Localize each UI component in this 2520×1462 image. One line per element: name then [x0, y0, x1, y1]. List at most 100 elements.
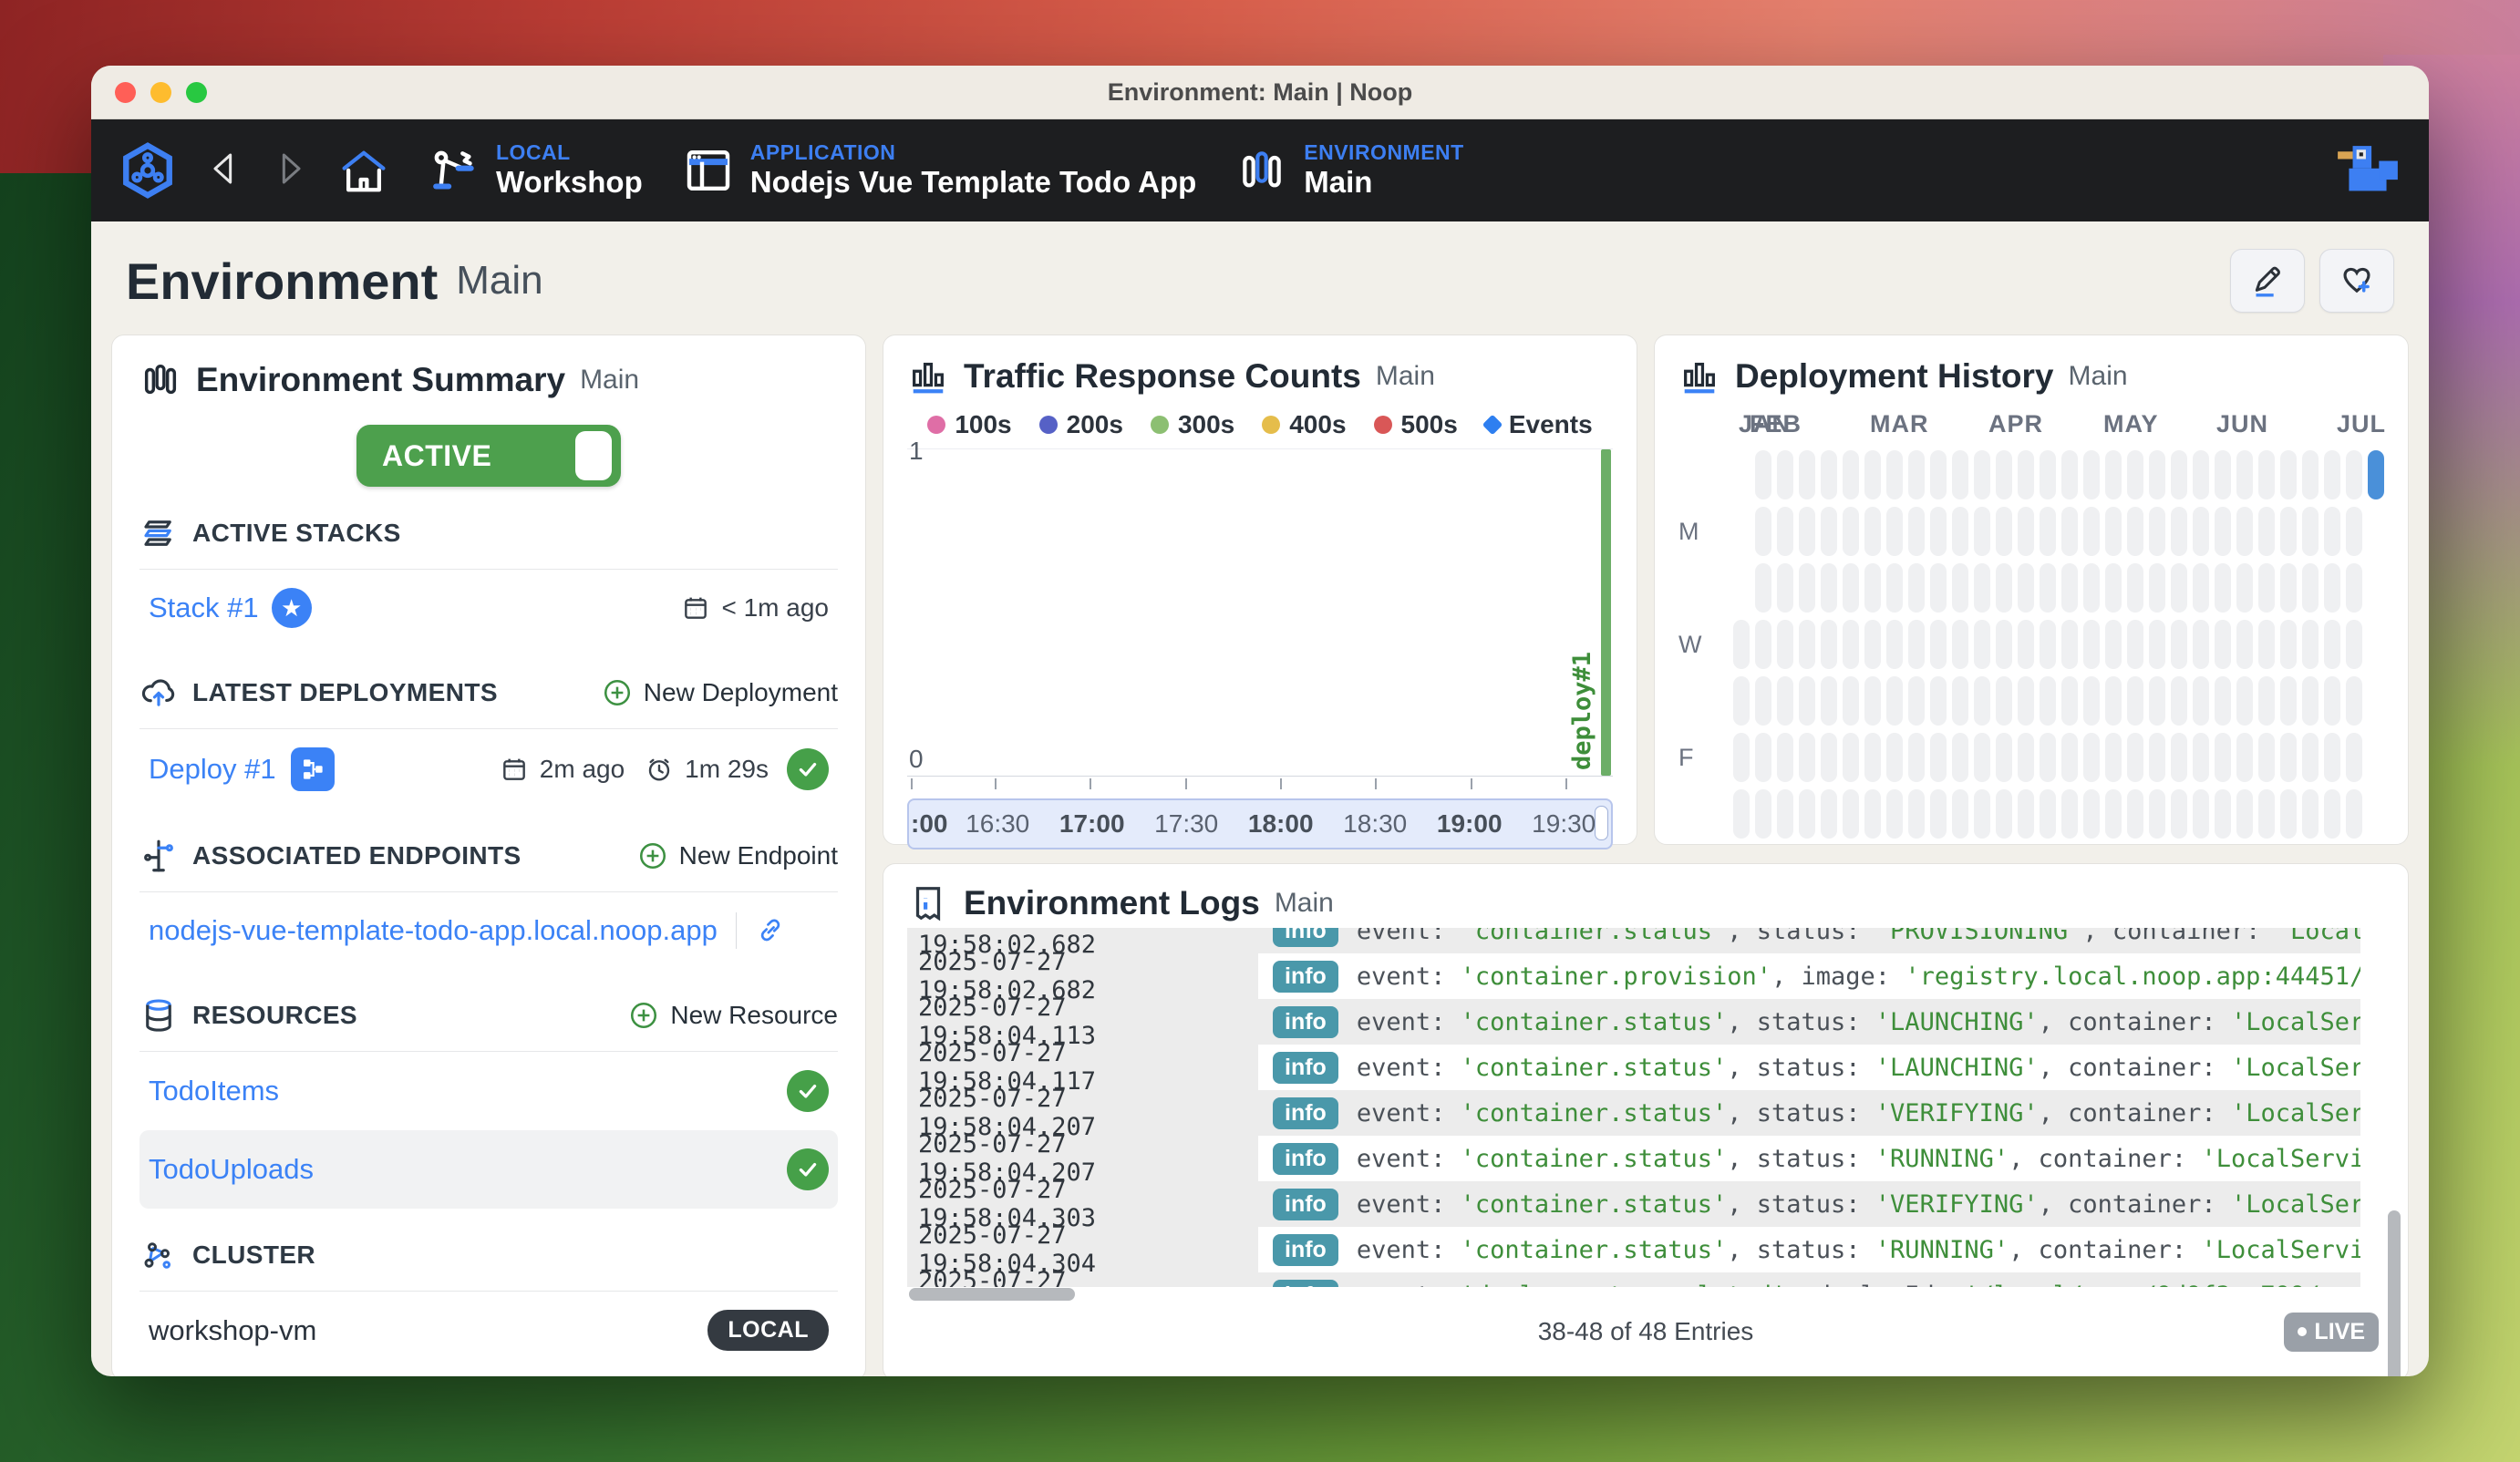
- heatmap-cell: [1974, 563, 1990, 613]
- heatmap-cell: [1930, 507, 1947, 556]
- axis-label: 18:00: [1234, 809, 1328, 839]
- open-link-icon[interactable]: [755, 915, 786, 946]
- heatmap-cell: [1864, 620, 1881, 669]
- legend-item[interactable]: 100s: [927, 410, 1011, 439]
- heatmap-cell: [1930, 620, 1947, 669]
- favorite-environment-button[interactable]: [2319, 249, 2394, 313]
- heatmap-cell: [2040, 563, 2056, 613]
- breadcrumb-application[interactable]: APPLICATION Nodejs Vue Template Todo App: [683, 140, 1197, 201]
- hscroll-thumb[interactable]: [909, 1288, 1075, 1301]
- heatmap-cell: [2193, 507, 2209, 556]
- log-segment: , container:: [2039, 1099, 2231, 1127]
- log-segment: 'LocalSer: [2276, 928, 2360, 945]
- log-segment: event:: [1357, 1099, 1461, 1127]
- legend-item[interactable]: 400s: [1262, 410, 1346, 439]
- heatmap-cell: [1777, 789, 1793, 839]
- cluster-row: workshop-vm LOCAL: [139, 1292, 838, 1369]
- forward-button[interactable]: [272, 150, 308, 190]
- heatmap-cell: [1733, 676, 1750, 726]
- resource-link[interactable]: TodoUploads: [149, 1153, 314, 1186]
- log-segment: event:: [1357, 928, 1461, 945]
- deploy-link[interactable]: Deploy #1: [149, 753, 276, 786]
- legend-item[interactable]: 500s: [1374, 410, 1458, 439]
- log-message: infoevent: 'container.status', status: '…: [1258, 1136, 2360, 1181]
- new-resource-button[interactable]: New Resource: [628, 1000, 838, 1031]
- heatmap-cell: [1886, 620, 1903, 669]
- brush-handle[interactable]: [1595, 806, 1608, 840]
- heatmap-cell: [2215, 733, 2231, 782]
- noop-logo-icon[interactable]: [119, 141, 177, 200]
- heatmap-cell: [2280, 789, 2297, 839]
- heatmap-cell: [1952, 507, 1968, 556]
- heatmap-cell: [2258, 733, 2275, 782]
- breadcrumb-local[interactable]: LOCAL Workshop: [429, 140, 643, 201]
- heatmap-cell: [2061, 676, 2078, 726]
- heatmap-cell: [2324, 507, 2340, 556]
- log-viewport[interactable]: 2025-07-27 19:58:02.682infoevent: 'conta…: [907, 928, 2384, 1287]
- log-rows: 2025-07-27 19:58:02.682infoevent: 'conta…: [907, 928, 2384, 1287]
- heatmap-cell: [2040, 507, 2056, 556]
- log-level-badge: info: [1273, 1189, 1338, 1220]
- log-vscrollbar[interactable]: [2388, 1210, 2401, 1376]
- breadcrumb-environment[interactable]: ENVIRONMENT Main: [1236, 140, 1463, 201]
- heatmap-cell: [2302, 789, 2319, 839]
- heatmap-cell: [1930, 676, 1947, 726]
- log-segment: 'LAUNCHING': [1875, 1008, 2039, 1036]
- edit-environment-button[interactable]: [2230, 249, 2305, 313]
- new-endpoint-button[interactable]: New Endpoint: [637, 840, 838, 871]
- resource-row[interactable]: TodoItems: [139, 1052, 838, 1130]
- heatmap-cell: [2105, 450, 2122, 499]
- resource-row[interactable]: TodoUploads: [139, 1130, 838, 1209]
- home-button[interactable]: [339, 147, 388, 194]
- heatmap-cell: [1821, 789, 1837, 839]
- heatmap-cell: [2302, 676, 2319, 726]
- heatmap-cell: [2324, 789, 2340, 839]
- heatmap-cell: [2127, 676, 2143, 726]
- heatmap-cell: [1777, 450, 1793, 499]
- heatmap-cell: [2083, 563, 2100, 613]
- legend-item[interactable]: Events: [1485, 410, 1593, 439]
- page-subtitle: Main: [456, 258, 542, 304]
- traffic-legend: 100s 200s 300s 400s 500s Events: [907, 410, 1613, 439]
- heatmap-cell: [2127, 450, 2143, 499]
- time-range-brush[interactable]: :0016:3017:0017:3018:0018:3019:0019:30: [907, 798, 1613, 849]
- star-badge-icon[interactable]: ★: [272, 588, 312, 628]
- heatmap-cell: [1952, 620, 1968, 669]
- log-segment: 'container.status': [1461, 1054, 1728, 1082]
- environment-summary-icon: [139, 359, 181, 401]
- toggle-knob: [575, 431, 612, 480]
- traffic-title: Traffic Response Counts: [964, 357, 1361, 396]
- heatmap-cell: [2215, 789, 2231, 839]
- heatmap-cell: [1930, 450, 1947, 499]
- heatmap-cell: [1996, 450, 2012, 499]
- log-hscrollbar[interactable]: [907, 1287, 2360, 1302]
- heatmap-cell: [2149, 450, 2165, 499]
- stack-link[interactable]: Stack #1: [149, 592, 259, 624]
- heatmap-cell: [1974, 676, 1990, 726]
- heatmap-cell: [2149, 563, 2165, 613]
- legend-item[interactable]: 200s: [1039, 410, 1123, 439]
- legend-marker-icon: [927, 416, 945, 434]
- heatmap-months: JANFEBMARAPRMAYJUNJUL: [1733, 410, 2384, 447]
- heatmap-cell: [2258, 620, 2275, 669]
- heatmap-cell: [2258, 507, 2275, 556]
- duck-icon[interactable]: [2334, 142, 2401, 199]
- logs-icon: [907, 882, 949, 924]
- log-entries-count: 38-48 of 48 Entries: [1538, 1317, 1754, 1346]
- heatmap-cell: [2193, 563, 2209, 613]
- heatmap-cell: [1908, 733, 1925, 782]
- resource-link[interactable]: TodoItems: [149, 1075, 279, 1107]
- heatmap-cell: [2302, 450, 2319, 499]
- heatmap-cell: [2324, 563, 2340, 613]
- heatmap-cell: [1755, 450, 1771, 499]
- new-deployment-button[interactable]: New Deployment: [602, 677, 838, 708]
- back-button[interactable]: [206, 150, 243, 190]
- legend-label: Events: [1509, 410, 1593, 439]
- axis-label: 16:30: [950, 809, 1045, 839]
- legend-item[interactable]: 300s: [1151, 410, 1234, 439]
- month-label: MAR: [1870, 410, 1929, 438]
- endpoint-link[interactable]: nodejs-vue-template-todo-app.local.noop.…: [149, 914, 718, 947]
- live-badge[interactable]: LIVE: [2284, 1313, 2379, 1352]
- active-toggle[interactable]: ACTIVE: [356, 425, 621, 487]
- log-level-badge: info: [1273, 1234, 1338, 1266]
